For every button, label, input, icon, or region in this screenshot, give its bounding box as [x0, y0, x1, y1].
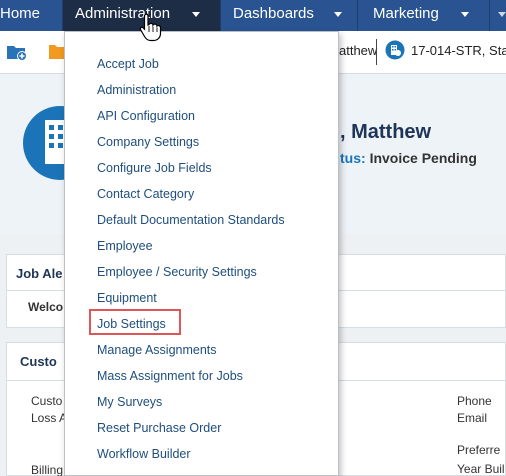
nav-marketing-label: Marketing — [373, 5, 439, 22]
toolbar-job-reference[interactable]: 17-014-STR, Staff — [411, 43, 506, 58]
menu-item-accept-job[interactable]: Accept Job — [97, 56, 159, 72]
menu-item-my-surveys[interactable]: My Surveys — [97, 394, 162, 410]
new-folder-icon[interactable] — [6, 42, 28, 67]
menu-item-contact-category[interactable]: Contact Category — [97, 186, 194, 202]
menu-item-mass-assignment-for-jobs[interactable]: Mass Assignment for Jobs — [97, 368, 243, 384]
chevron-down-icon — [333, 11, 342, 17]
menu-item-employee[interactable]: Employee — [97, 238, 153, 254]
menu-item-default-documentation-standards[interactable]: Default Documentation Standards — [97, 212, 285, 228]
nav-home[interactable]: Home — [0, 0, 45, 31]
job-alerts-title: Job Ale — [16, 266, 63, 281]
menu-item-configure-job-fields[interactable]: Configure Job Fields — [97, 160, 212, 176]
nav-next-item[interactable] — [498, 0, 506, 31]
customer-field-label: Custo — [31, 394, 63, 408]
status-value: Invoice Pending — [369, 150, 477, 166]
nav-home-label: Home — [0, 5, 41, 22]
status-label: tus: — [340, 150, 366, 166]
job-status: tus: Invoice Pending — [340, 150, 477, 166]
nav-marketing[interactable]: Marketing — [358, 0, 488, 31]
menu-item-reset-purchase-order[interactable]: Reset Purchase Order — [97, 420, 221, 436]
customer-card-title: Custo — [20, 354, 57, 369]
nav-divider — [489, 0, 490, 31]
billing-label: Billing — [31, 463, 64, 476]
nav-dashboards-label: Dashboards — [233, 5, 314, 22]
preferred-label: Preferre — [457, 443, 501, 457]
toolbar-employee-name[interactable]: atthew — [339, 43, 377, 58]
toolbar-divider — [376, 39, 377, 65]
year-built-label: Year Buil — [457, 462, 505, 476]
menu-item-api-configuration[interactable]: API Configuration — [97, 108, 195, 124]
menu-item-employee-security-settings[interactable]: Employee / Security Settings — [97, 264, 257, 280]
menu-item-job-settings[interactable]: Job Settings — [97, 316, 166, 332]
welcome-text: Welco — [28, 300, 64, 314]
menu-item-company-settings[interactable]: Company Settings — [97, 134, 199, 150]
chevron-down-icon — [192, 11, 201, 17]
chevron-down-icon — [460, 11, 469, 17]
top-navigation-bar: Home Administration Dashboards Marketing — [0, 0, 506, 31]
administration-dropdown-menu: Accept Job Administration API Configurat… — [64, 31, 339, 476]
phone-label: Phone — [457, 394, 492, 408]
job-building-icon — [385, 40, 405, 65]
menu-item-administration[interactable]: Administration — [97, 82, 176, 98]
folder-icon[interactable] — [49, 42, 65, 65]
menu-item-equipment[interactable]: Equipment — [97, 290, 157, 306]
email-label: Email — [457, 411, 488, 425]
menu-item-manage-assignments[interactable]: Manage Assignments — [97, 342, 217, 358]
loss-address-label: Loss A — [31, 411, 68, 425]
chevron-down-icon — [498, 11, 506, 17]
employee-name: , Matthew — [340, 121, 432, 143]
hand-cursor-icon — [138, 12, 164, 42]
menu-item-workflow-builder[interactable]: Workflow Builder — [97, 446, 191, 462]
nav-dashboards[interactable]: Dashboards — [221, 0, 356, 31]
